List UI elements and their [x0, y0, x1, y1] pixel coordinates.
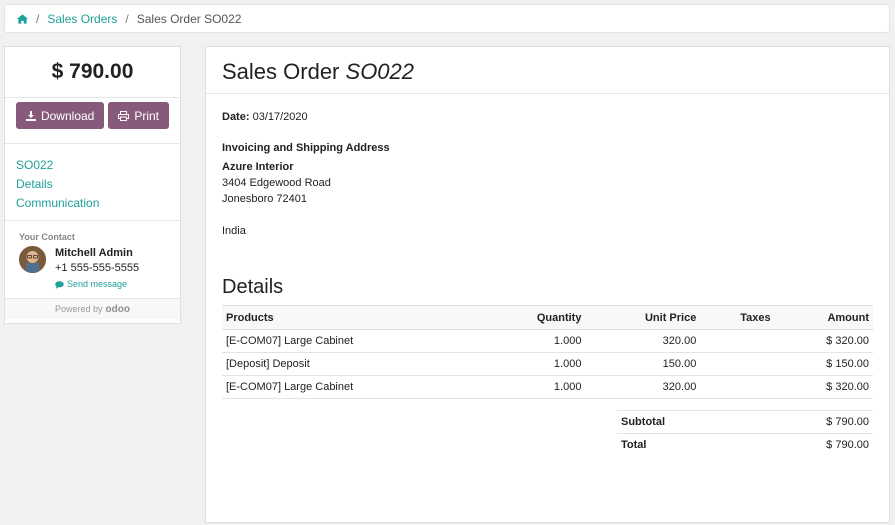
action-buttons: Download Print	[5, 98, 180, 144]
date-label: Date:	[222, 111, 250, 123]
breadcrumb-separator: /	[36, 11, 40, 26]
download-label: Download	[40, 108, 95, 123]
order-amount: $ 790.00	[5, 47, 180, 98]
breadcrumb-sales-orders[interactable]: Sales Orders	[47, 12, 117, 26]
country: India	[222, 225, 246, 237]
powered-by-label: Powered by	[55, 304, 103, 314]
totals-table: Subtotal $ 790.00 Total $ 790.00	[617, 410, 873, 457]
cell-taxes	[700, 329, 775, 353]
chat-icon	[55, 280, 64, 289]
order-date: Date: 03/17/2020	[222, 111, 308, 123]
order-number: SO022	[345, 59, 415, 84]
details-title: Details	[222, 276, 284, 298]
contact-card: Your Contact Mitchell Admin +1 555-555-5…	[5, 221, 180, 299]
order-lines-table: Products Quantity Unit Price Taxes Amoun…	[222, 305, 873, 399]
subtotal-label: Subtotal	[617, 410, 747, 434]
sidebar-nav: SO022 Details Communication	[5, 144, 180, 221]
street: 3404 Edgewood Road	[222, 177, 331, 189]
print-icon	[118, 110, 130, 121]
home-icon[interactable]	[17, 13, 28, 24]
avatar	[19, 246, 46, 273]
cell-qty: 1.000	[483, 375, 586, 399]
cell-taxes	[700, 352, 775, 376]
contact-phone: +1 555-555-5555	[55, 262, 140, 274]
print-button[interactable]: Print	[108, 102, 170, 129]
title-text: Sales Order	[222, 59, 340, 84]
table-row: [E-COM07] Large Cabinet 1.000 320.00 $ 3…	[222, 329, 873, 353]
send-message-link[interactable]: Send message	[55, 276, 139, 293]
print-label: Print	[134, 108, 160, 123]
contact-name: Mitchell Admin	[55, 247, 133, 259]
cell-amount: $ 320.00	[774, 375, 873, 399]
cell-price: 320.00	[585, 375, 701, 399]
nav-link-communication[interactable]: Communication	[16, 194, 180, 213]
city: Jonesboro 72401	[222, 193, 308, 205]
cell-qty: 1.000	[483, 329, 586, 353]
subtotal-value: $ 790.00	[746, 410, 873, 434]
address-title: Invoicing and Shipping Address	[222, 142, 390, 154]
col-quantity: Quantity	[483, 305, 586, 330]
cell-amount: $ 320.00	[774, 329, 873, 353]
cell-qty: 1.000	[483, 352, 586, 376]
table-row: [E-COM07] Large Cabinet 1.000 320.00 $ 3…	[222, 375, 873, 399]
breadcrumb: / Sales Orders / Sales Order SO022	[4, 4, 890, 33]
powered-by: Powered by odoo	[5, 299, 180, 319]
cell-amount: $ 150.00	[774, 352, 873, 376]
table-row: [Deposit] Deposit 1.000 150.00 $ 150.00	[222, 352, 873, 376]
col-unit-price: Unit Price	[585, 305, 701, 330]
breadcrumb-current: Sales Order SO022	[136, 11, 242, 26]
page-title: Sales Order SO022	[206, 47, 889, 94]
sales-order-panel: Sales Order SO022 Date: 03/17/2020 Invoi…	[205, 46, 890, 523]
cell-product: [E-COM07] Large Cabinet	[222, 375, 484, 399]
cell-price: 320.00	[585, 329, 701, 353]
sidebar: $ 790.00 Download Print SO022 Details Co…	[4, 46, 181, 324]
cell-price: 150.00	[585, 352, 701, 376]
odoo-logo[interactable]: odoo	[106, 304, 130, 315]
subtotal-row: Subtotal $ 790.00	[617, 410, 873, 434]
address-block: Invoicing and Shipping Address Azure Int…	[222, 140, 390, 239]
company-name: Azure Interior	[222, 161, 294, 173]
nav-link-details[interactable]: Details	[16, 175, 180, 194]
col-taxes: Taxes	[700, 305, 775, 330]
table-header-row: Products Quantity Unit Price Taxes Amoun…	[222, 305, 873, 330]
cell-product: [E-COM07] Large Cabinet	[222, 329, 484, 353]
date-value: 03/17/2020	[252, 111, 308, 123]
breadcrumb-separator: /	[125, 11, 129, 26]
col-amount: Amount	[774, 305, 873, 330]
download-icon	[25, 110, 36, 121]
nav-link-so022[interactable]: SO022	[16, 156, 180, 175]
contact-heading: Your Contact	[19, 232, 75, 242]
total-row: Total $ 790.00	[617, 433, 873, 457]
cell-taxes	[700, 375, 775, 399]
cell-product: [Deposit] Deposit	[222, 352, 484, 376]
total-label: Total	[617, 433, 747, 457]
total-value: $ 790.00	[746, 433, 873, 457]
col-products: Products	[222, 305, 484, 330]
send-message-label: Send message	[67, 279, 128, 289]
download-button[interactable]: Download	[15, 102, 105, 129]
